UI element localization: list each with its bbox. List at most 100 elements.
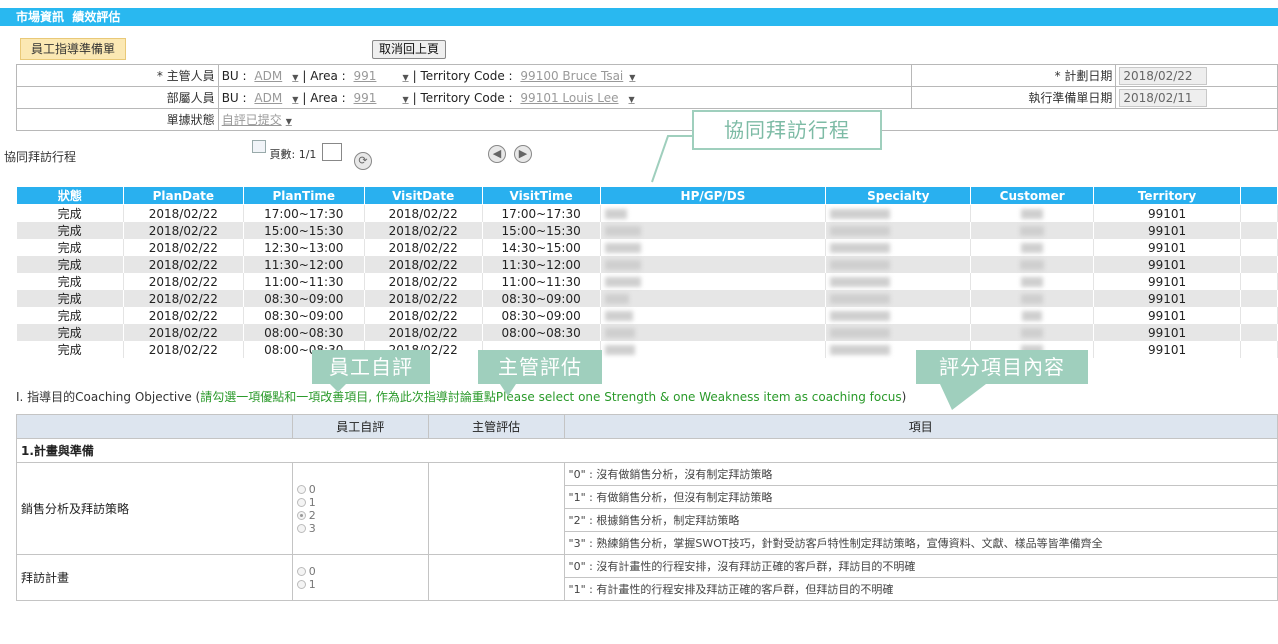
items-callout-pointer: [940, 384, 986, 410]
extra-cell: [1240, 341, 1278, 358]
app-title-bar: 市場資訊 績效評估: [0, 8, 1278, 26]
redacted-text: [1021, 277, 1044, 287]
plan-date-cell: 2018/02/22: [123, 273, 244, 290]
visits-section-title: 協同拜訪行程: [4, 150, 77, 164]
area-label: Area :: [310, 90, 346, 105]
plan-date-cell: 2018/02/22: [123, 324, 244, 341]
col-header-status[interactable]: 狀態: [16, 186, 124, 205]
chevron-down-icon: ▼: [402, 72, 409, 82]
col-header-hospital[interactable]: HP/GP/DS: [599, 186, 827, 205]
radio-button[interactable]: [296, 485, 306, 494]
plan-date-cell: 2018/02/22: [1115, 64, 1278, 87]
visit-time-cell: 11:30~12:00: [482, 256, 601, 273]
back-button[interactable]: 取消回上頁: [372, 40, 447, 59]
self-eval-option[interactable]: 0: [296, 565, 424, 578]
self-eval-option[interactable]: 1: [296, 577, 424, 591]
territory-cell: 99101: [1093, 204, 1241, 222]
self-eval-option[interactable]: 1: [296, 495, 424, 509]
tab-coaching-prep-form[interactable]: 員工指導準備單: [20, 38, 127, 60]
plan-date-cell: 2018/02/22: [123, 204, 244, 222]
next-page-icon[interactable]: ▶: [514, 145, 532, 163]
table-row[interactable]: 完成 2018/02/22 08:30~09:00 2018/02/22 08:30~0…: [16, 290, 1278, 307]
visits-callout-pointer: [651, 135, 692, 183]
subordinate-bu-select[interactable]: ADM ▼: [254, 91, 302, 105]
score-header-item: 項目: [563, 414, 1278, 439]
form-row-manager: * 主管人員 BU : ADM ▼ | Area : 991 ▼ | Territory…: [16, 64, 1278, 87]
radio-button[interactable]: [296, 524, 306, 533]
self-eval-option[interactable]: 3: [296, 522, 424, 535]
radio-button[interactable]: [296, 567, 306, 576]
territory-cell: 99101: [1093, 222, 1241, 239]
table-row[interactable]: 完成 2018/02/22 11:00~11:30 2018/02/22 11:00~1…: [16, 273, 1278, 290]
self-eval-callout: 員工自評: [312, 350, 430, 384]
territory-cell: 99101: [1093, 341, 1241, 358]
radio-label: 1: [308, 495, 316, 509]
plan-time-cell: 08:00~08:30: [243, 324, 365, 341]
visit-date-cell: 2018/02/22: [364, 239, 483, 256]
score-category-row: 1.計畫與準備: [16, 438, 1278, 463]
subordinate-territory-select[interactable]: 99101 Louis Lee ▼: [520, 91, 638, 105]
specialty-cell: [825, 290, 972, 307]
col-header-plan-time[interactable]: PlanTime: [242, 186, 365, 205]
document-icon: [252, 140, 266, 153]
self-eval-option[interactable]: 2: [296, 509, 424, 522]
table-row[interactable]: 完成 2018/02/22 17:00~17:30 2018/02/22 17:00~1…: [16, 204, 1278, 222]
self-eval-option[interactable]: 0: [296, 483, 424, 496]
visits-pager: 頁數: 1/1: [252, 140, 344, 161]
plan-time-cell: 12:30~13:00: [243, 239, 365, 256]
col-header-territory[interactable]: Territory: [1093, 186, 1241, 205]
radio-button[interactable]: [296, 511, 306, 520]
radio-label: 1: [308, 577, 316, 591]
score-item-row: 銷售分析及拜訪策略 0 1 2 3 "0" : 沒有做銷售分析，沒有制定拜訪策略: [16, 462, 1278, 555]
refresh-icon[interactable]: ⟳: [354, 152, 372, 170]
redacted-text: [1020, 226, 1045, 236]
redacted-text: [830, 226, 891, 236]
visit-time-cell: 11:00~11:30: [482, 273, 601, 290]
manager-territory-select[interactable]: 99100 Bruce Tsai ▼: [520, 69, 639, 83]
subordinate-area-select[interactable]: 991 ▼: [354, 91, 413, 105]
plan-time-cell: 17:00~17:30: [243, 204, 365, 222]
table-row[interactable]: 完成 2018/02/22 15:00~15:30 2018/02/22 15:00~1…: [16, 222, 1278, 239]
redacted-text: [1021, 243, 1044, 253]
col-header-extra: [1239, 186, 1278, 205]
extra-cell: [1240, 324, 1278, 341]
redacted-text: [604, 277, 641, 287]
page-number-input[interactable]: [321, 143, 342, 161]
coaching-score-table: 員工自評 主管評估 項目 1.計畫與準備 銷售分析及拜訪策略 0 1 2 3 "0" : …: [16, 414, 1278, 601]
redacted-text: [830, 260, 891, 270]
table-row[interactable]: 完成 2018/02/22 12:30~13:00 2018/02/22 14:30~1…: [16, 239, 1278, 256]
table-row[interactable]: 完成 2018/02/22 08:00~08:30 2018/02/22 08:00~0…: [16, 324, 1278, 341]
score-header-blank: [16, 414, 293, 439]
col-header-plan-date[interactable]: PlanDate: [122, 186, 244, 205]
radio-button[interactable]: [296, 580, 306, 589]
redacted-text: [604, 294, 629, 304]
redacted-text: [604, 311, 633, 321]
col-header-specialty[interactable]: Specialty: [825, 186, 972, 205]
manager-area-select[interactable]: 991 ▼: [354, 69, 413, 83]
score-criteria-text: "1" : 有計畫性的行程安排及拜訪正確的客戶群，但拜訪目的不明確: [563, 577, 1278, 601]
col-header-customer[interactable]: Customer: [970, 186, 1095, 205]
table-row[interactable]: 完成2018/02/2208:00~08:302018/02/2299101: [16, 341, 1278, 358]
previous-page-icon[interactable]: ◀: [488, 145, 506, 163]
score-header-manager: 主管評估: [427, 414, 565, 439]
hospital-cell: [600, 273, 827, 290]
hospital-cell: [600, 341, 827, 358]
customer-cell: [970, 256, 1095, 273]
score-header-self: 員工自評: [291, 414, 429, 439]
manager-bu-select[interactable]: ADM ▼: [254, 69, 302, 83]
table-row[interactable]: 完成 2018/02/22 11:30~12:00 2018/02/22 11:30~1…: [16, 256, 1278, 273]
status-select[interactable]: 自評已提交 ▼: [222, 113, 296, 127]
col-header-visit-time[interactable]: VisitTime: [481, 186, 601, 205]
plan-time-cell: 15:00~15:30: [243, 222, 365, 239]
specialty-cell: [825, 256, 972, 273]
prep-date-input[interactable]: 2018/02/11: [1119, 88, 1208, 107]
plan-date-cell: 2018/02/22: [123, 341, 244, 358]
table-row[interactable]: 完成 2018/02/22 08:30~09:00 2018/02/22 08:30~0…: [16, 307, 1278, 324]
radio-button[interactable]: [296, 498, 306, 507]
col-header-visit-date[interactable]: VisitDate: [363, 186, 483, 205]
objective-suffix: ): [901, 390, 907, 404]
chevron-down-icon: ▼: [628, 94, 635, 104]
plan-date-input[interactable]: 2018/02/22: [1119, 66, 1208, 85]
extra-cell: [1240, 290, 1278, 307]
score-criteria-text: "1" : 有做銷售分析，但沒有制定拜訪策略: [563, 485, 1278, 509]
